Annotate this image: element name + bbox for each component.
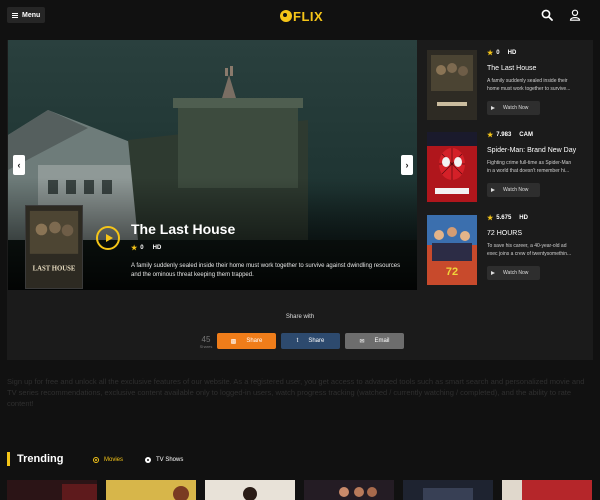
- trending-thumbnail[interactable]: [403, 480, 493, 500]
- item-meta: ★ 5.675 HD: [487, 214, 528, 222]
- watch-now-label: Watch Now: [503, 105, 529, 111]
- item-rating: 0: [496, 50, 500, 56]
- play-button[interactable]: [96, 226, 120, 250]
- tab-movies[interactable]: Movies: [93, 457, 123, 463]
- item-title[interactable]: 72 HOURS: [487, 230, 522, 237]
- radio-selected-icon: [93, 457, 99, 463]
- share-button-tumblr[interactable]: t Share: [281, 333, 340, 349]
- poster-image: [427, 50, 477, 120]
- menu-label: Menu: [22, 11, 41, 19]
- watch-now-label: Watch Now: [503, 270, 529, 276]
- item-quality-badge: HD: [519, 215, 528, 221]
- item-title[interactable]: Spider-Man: Brand New Day: [487, 147, 576, 154]
- search-icon[interactable]: [541, 9, 553, 21]
- item-desc-line: home must work together to survive...: [487, 86, 571, 92]
- watch-now-button[interactable]: Watch Now: [487, 266, 540, 280]
- tab-label: Movies: [104, 457, 124, 463]
- item-description: A family suddenly sealed inside their ho…: [487, 77, 583, 93]
- logo-text: FLIX: [293, 8, 324, 24]
- tab-tv-shows[interactable]: TV Shows: [145, 457, 183, 463]
- hero-description: A family suddenly sealed inside their ho…: [131, 263, 401, 278]
- menu-button[interactable]: Menu: [7, 7, 45, 23]
- item-rating: 5.675: [496, 215, 512, 221]
- share-button-blogger[interactable]: ▩ Share: [217, 333, 276, 349]
- share-button-label: Share: [246, 338, 263, 344]
- item-rating: 7.983: [496, 132, 512, 138]
- trending-thumbnail[interactable]: [205, 480, 295, 500]
- item-desc-line: To save his career, a 40-year-old ad: [487, 243, 567, 249]
- trending-thumbnail[interactable]: [502, 480, 592, 500]
- slide-next-button[interactable]: ›: [401, 155, 413, 175]
- hero-slide[interactable]: ‹ › LAST HOUSE The Last House ★ 0 HD A f…: [8, 40, 417, 290]
- site-header: Menu FLIX: [0, 0, 600, 30]
- item-desc-line: A family suddenly sealed inside their: [487, 78, 568, 84]
- item-meta: ★ 7.983 CAM: [487, 131, 533, 139]
- sidebar-item-the-last-house[interactable]: ★ 0 HD The Last House A family suddenly …: [427, 40, 593, 120]
- tumblr-icon: t: [296, 338, 299, 344]
- trending-thumbnail[interactable]: [7, 480, 97, 500]
- play-icon: [105, 234, 113, 242]
- user-icon[interactable]: [569, 9, 581, 21]
- svg-text:72: 72: [446, 266, 458, 278]
- poster-image: [427, 132, 477, 202]
- item-description: Fighting crime full-time as Spider-Man i…: [487, 159, 583, 175]
- hero-panel: ‹ › LAST HOUSE The Last House ★ 0 HD A f…: [7, 40, 593, 360]
- trending-accent-bar: [7, 452, 10, 466]
- share-count-number: 45: [201, 335, 211, 344]
- star-icon: ★: [487, 132, 494, 139]
- item-quality-badge: HD: [507, 50, 517, 56]
- watch-now-button[interactable]: Watch Now: [487, 183, 540, 197]
- sidebar-item-72-hours[interactable]: 72 ★ 5.675 HD 72 HOURS To save his caree…: [427, 205, 593, 285]
- item-desc-line: in a world that doesn't remember hi...: [487, 168, 570, 174]
- share-heading: Share with: [285, 314, 315, 320]
- hero-title[interactable]: The Last House: [131, 221, 235, 237]
- poster-image: 72: [427, 215, 477, 285]
- watch-now-label: Watch Now: [503, 187, 529, 193]
- logo-mark-icon: [280, 10, 292, 22]
- play-icon: [491, 106, 495, 110]
- hero-rating: 0: [140, 245, 144, 251]
- share-count: 45 Shares: [197, 335, 215, 350]
- radio-icon: [145, 457, 151, 463]
- slide-prev-button[interactable]: ‹: [13, 155, 25, 175]
- hero-meta: ★ 0 HD: [131, 244, 161, 252]
- hero-poster-image: LAST HOUSE: [25, 205, 83, 289]
- sidebar-item-spider-man[interactable]: ★ 7.983 CAM Spider-Man: Brand New Day Fi…: [427, 122, 593, 202]
- trending-thumbnail[interactable]: [304, 480, 394, 500]
- trending-thumbnail[interactable]: [106, 480, 196, 500]
- tab-label: TV Shows: [156, 457, 184, 463]
- item-description: To save his career, a 40-year-old ad exe…: [487, 242, 583, 258]
- item-quality-badge: CAM: [519, 132, 533, 138]
- signup-info-text: Sign up for free and unlock all the excl…: [7, 377, 585, 408]
- item-title[interactable]: The Last House: [487, 65, 536, 72]
- share-button-email[interactable]: ✉ Email: [345, 333, 404, 349]
- watch-now-button[interactable]: Watch Now: [487, 101, 540, 115]
- star-icon: ★: [487, 50, 494, 57]
- blogger-icon: ▩: [230, 338, 237, 345]
- menu-icon: [12, 12, 18, 18]
- poster-title-text: LAST HOUSE: [33, 265, 76, 272]
- site-logo[interactable]: FLIX: [280, 7, 323, 25]
- item-desc-line: exec joins a crew of twentysomethin...: [487, 251, 572, 257]
- play-icon: [491, 188, 495, 192]
- trending-title: Trending: [17, 453, 64, 465]
- star-icon: ★: [487, 215, 494, 222]
- share-count-label: Shares: [199, 344, 213, 349]
- item-meta: ★ 0 HD: [487, 49, 516, 57]
- share-button-label: Email: [374, 338, 390, 344]
- share-button-label: Share: [308, 338, 325, 344]
- hero-quality-badge: HD: [152, 245, 162, 251]
- play-icon: [491, 271, 495, 275]
- item-desc-line: Fighting crime full-time as Spider-Man: [487, 160, 572, 166]
- star-icon: ★: [131, 245, 138, 252]
- email-icon: ✉: [359, 338, 365, 345]
